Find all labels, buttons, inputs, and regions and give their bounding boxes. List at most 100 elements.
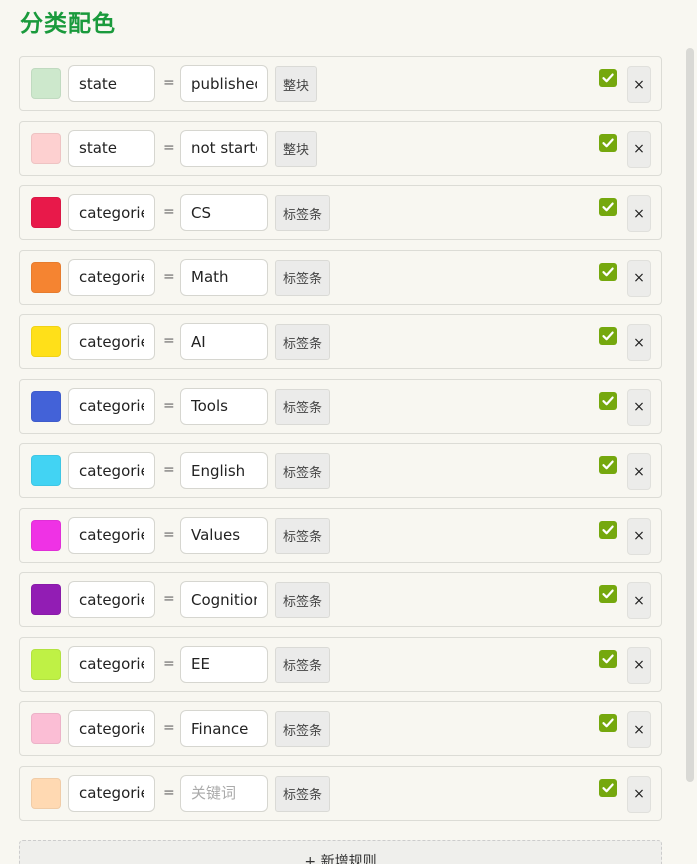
checkbox-checked-icon[interactable]	[599, 262, 617, 281]
rule-value-input[interactable]	[180, 129, 268, 167]
color-swatch[interactable]	[31, 390, 61, 422]
delete-rule-button[interactable]: ×	[627, 388, 651, 426]
mode-button[interactable]: 标签条	[275, 582, 331, 618]
checkbox-checked-icon[interactable]	[599, 714, 617, 732]
color-swatch[interactable]	[31, 197, 61, 228]
checkbox-checked-icon[interactable]	[599, 456, 617, 474]
rule-value-input[interactable]	[180, 387, 268, 425]
rule-key-input[interactable]	[68, 387, 155, 425]
checkbox-checked-icon[interactable]	[599, 391, 617, 410]
checkbox-checked-icon[interactable]	[599, 69, 617, 87]
mode-button[interactable]: 标签条	[275, 711, 331, 747]
checkbox-checked-icon[interactable]	[599, 133, 617, 152]
delete-rule-button[interactable]: ×	[627, 453, 651, 490]
delete-rule-button[interactable]: ×	[627, 259, 651, 297]
checkbox-checked-icon[interactable]	[599, 520, 617, 539]
delete-rule-button[interactable]: ×	[627, 646, 651, 684]
color-rule-row: = 标签条 ×	[19, 378, 662, 434]
equals-sign: =	[163, 139, 175, 156]
color-swatch[interactable]	[31, 648, 61, 680]
equals-sign: =	[163, 397, 175, 414]
checkbox-checked-icon[interactable]	[599, 585, 617, 603]
equals-sign: =	[163, 75, 175, 91]
color-swatch[interactable]	[31, 519, 61, 551]
rule-key-input[interactable]	[68, 194, 155, 231]
equals-sign: =	[163, 720, 175, 736]
rule-key-input[interactable]	[68, 581, 155, 618]
rule-key-input[interactable]	[68, 452, 155, 489]
equals-sign: =	[163, 784, 175, 801]
rule-value-input[interactable]	[180, 516, 268, 554]
mode-button[interactable]: 整块	[275, 130, 318, 167]
rule-value-input[interactable]	[180, 452, 268, 489]
delete-rule-button[interactable]: ×	[627, 195, 651, 232]
rule-value-input[interactable]	[180, 65, 268, 102]
checkmark-glyph	[602, 202, 614, 212]
equals-sign: =	[163, 591, 175, 607]
color-swatch[interactable]	[31, 68, 61, 99]
rule-key-input[interactable]	[68, 710, 155, 747]
rule-value-input[interactable]	[180, 194, 268, 231]
mode-button[interactable]: 标签条	[275, 517, 331, 554]
rule-value-input[interactable]	[180, 581, 268, 618]
rule-key-input[interactable]	[68, 129, 155, 167]
rule-key-input[interactable]	[68, 645, 155, 683]
checkmark-glyph	[602, 396, 614, 405]
color-swatch[interactable]	[31, 261, 61, 293]
color-rule-row: = 标签条 ×	[19, 636, 662, 692]
delete-rule-button[interactable]: ×	[627, 775, 651, 813]
mode-button[interactable]: 标签条	[275, 775, 331, 812]
color-rules-panel: 分类配色 = 整块 × = 整块 × = 标签条	[0, 0, 697, 864]
scrollbar[interactable]	[686, 48, 694, 782]
rule-list: = 整块 × = 整块 × = 标签条 ×	[19, 56, 662, 830]
rule-value-input[interactable]	[180, 774, 268, 812]
equals-sign: =	[163, 204, 175, 220]
color-swatch[interactable]	[31, 713, 61, 744]
mode-button[interactable]: 整块	[275, 66, 318, 102]
color-swatch[interactable]	[31, 132, 61, 164]
color-swatch[interactable]	[31, 777, 61, 809]
checkbox-checked-icon[interactable]	[599, 327, 617, 345]
color-rule-row: = 标签条 ×	[19, 572, 662, 627]
rule-value-input[interactable]	[180, 323, 268, 360]
delete-rule-button[interactable]: ×	[627, 130, 651, 168]
color-rule-row: = 标签条 ×	[19, 443, 662, 498]
color-swatch[interactable]	[31, 326, 61, 357]
delete-rule-button[interactable]: ×	[627, 711, 651, 748]
rule-key-input[interactable]	[68, 65, 155, 102]
checkbox-checked-icon[interactable]	[599, 649, 617, 668]
mode-button[interactable]: 标签条	[275, 195, 331, 231]
delete-rule-button[interactable]: ×	[627, 517, 651, 555]
checkmark-glyph	[602, 331, 614, 341]
add-rule-button[interactable]: + 新增规则	[19, 840, 662, 864]
mode-button[interactable]: 标签条	[275, 259, 331, 296]
rule-key-input[interactable]	[68, 323, 155, 360]
checkbox-checked-icon[interactable]	[599, 198, 617, 216]
color-rule-row: = 标签条 ×	[19, 765, 662, 821]
mode-button[interactable]: 标签条	[275, 388, 331, 425]
checkmark-glyph	[602, 525, 614, 534]
rule-key-input[interactable]	[68, 258, 155, 296]
color-rule-row: = 标签条 ×	[19, 314, 662, 369]
rule-value-input[interactable]	[180, 645, 268, 683]
rule-key-input[interactable]	[68, 774, 155, 812]
rule-value-input[interactable]	[180, 258, 268, 296]
equals-sign: =	[163, 268, 175, 285]
color-swatch[interactable]	[31, 584, 61, 615]
equals-sign: =	[163, 462, 175, 478]
mode-button[interactable]: 标签条	[275, 324, 331, 360]
rule-value-input[interactable]	[180, 710, 268, 747]
checkmark-glyph	[602, 718, 614, 728]
checkmark-glyph	[602, 460, 614, 470]
delete-rule-button[interactable]: ×	[627, 582, 651, 619]
equals-sign: =	[163, 526, 175, 543]
rule-key-input[interactable]	[68, 516, 155, 554]
checkmark-glyph	[602, 73, 614, 83]
mode-button[interactable]: 标签条	[275, 646, 331, 683]
delete-rule-button[interactable]: ×	[627, 324, 651, 361]
delete-rule-button[interactable]: ×	[627, 66, 651, 103]
checkbox-checked-icon[interactable]	[599, 778, 617, 797]
color-swatch[interactable]	[31, 455, 61, 486]
mode-button[interactable]: 标签条	[275, 453, 331, 489]
checkmark-glyph	[602, 589, 614, 599]
